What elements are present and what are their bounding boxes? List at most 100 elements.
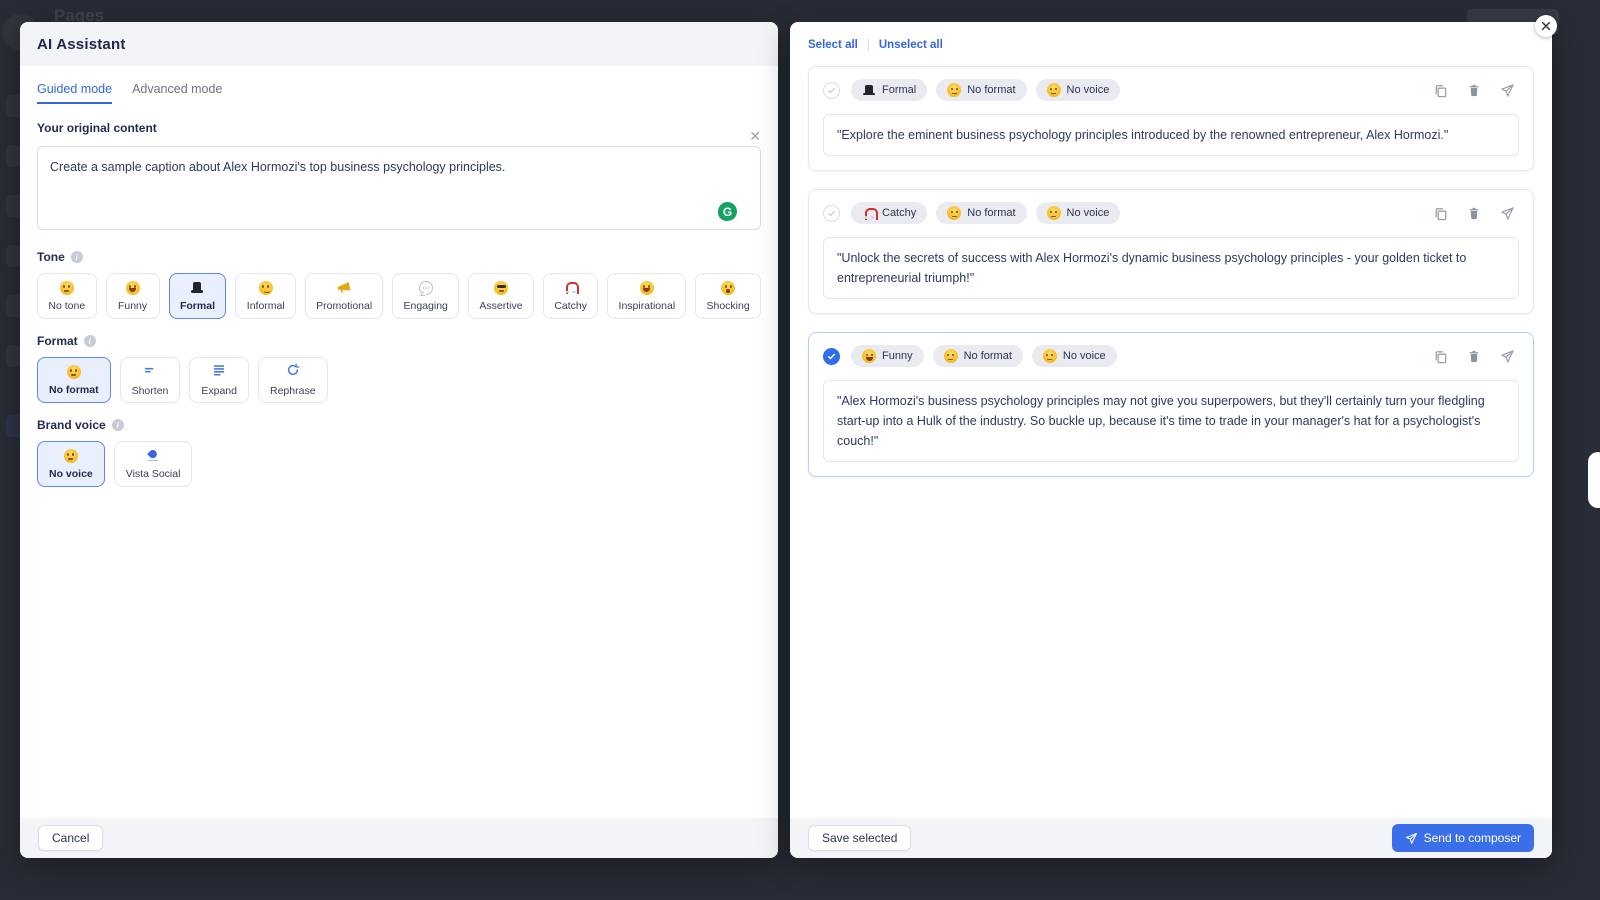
tone-options: No tone Funny Formal Informal Promotiona…: [37, 273, 761, 319]
result-card-selected: Funny No format No voice "Alex Hormozi's…: [808, 332, 1534, 477]
format-rephrase-button[interactable]: Rephrase: [258, 357, 328, 403]
tab-advanced-mode[interactable]: Advanced mode: [132, 82, 222, 104]
neutral-face-icon: [67, 365, 81, 379]
tone-informal-button[interactable]: Informal: [235, 273, 296, 319]
astonished-face-icon: [721, 281, 735, 295]
brand-voice-options: No voice Vista Social: [37, 441, 761, 487]
tab-guided-mode[interactable]: Guided mode: [37, 82, 112, 104]
tone-engaging-button[interactable]: Engaging: [392, 273, 459, 319]
clear-content-icon[interactable]: ✕: [749, 129, 761, 143]
format-shorten-button[interactable]: Shorten: [120, 357, 181, 403]
neutral-face-icon: [947, 206, 961, 220]
format-no-format-button[interactable]: No format: [37, 357, 111, 403]
voice-badge: No voice: [1032, 345, 1117, 367]
smiling-face-icon: [259, 281, 273, 295]
format-label: Format: [37, 334, 78, 348]
selection-links: Select all Unselect all: [790, 22, 1552, 66]
trash-icon[interactable]: [1467, 83, 1481, 98]
save-selected-button[interactable]: Save selected: [808, 825, 911, 851]
tone-badge: Funny: [851, 345, 924, 367]
expand-lines-icon: [212, 363, 226, 380]
speech-bubble-icon: [419, 281, 433, 295]
unselect-all-link[interactable]: Unselect all: [879, 39, 943, 51]
tone-badge: Catchy: [851, 202, 927, 224]
left-panel-footer: Cancel: [20, 818, 778, 858]
info-icon: i: [112, 419, 124, 431]
badge-row: Funny No format No voice: [851, 345, 1433, 367]
panel-title: AI Assistant: [37, 36, 126, 53]
info-icon: i: [71, 251, 83, 263]
neutral-face-icon: [947, 83, 961, 97]
ai-results-panel: Select all Unselect all Formal No format…: [790, 22, 1552, 858]
format-badge: No format: [936, 79, 1026, 101]
tone-inspirational-button[interactable]: Inspirational: [607, 273, 686, 319]
voice-badge: No voice: [1036, 79, 1121, 101]
send-icon[interactable]: [1500, 349, 1515, 364]
top-hat-icon: [862, 83, 876, 97]
magnet-icon: [564, 281, 578, 295]
tone-badge: Formal: [851, 79, 927, 101]
megaphone-icon: [337, 281, 351, 295]
cancel-button[interactable]: Cancel: [38, 825, 103, 851]
neutral-face-icon: [64, 449, 78, 463]
select-checkbox[interactable]: [823, 205, 840, 222]
refresh-arrows-icon: [286, 363, 300, 380]
original-content-input[interactable]: Create a sample caption about Alex Hormo…: [37, 146, 761, 230]
neutral-face-icon: [1047, 83, 1061, 97]
result-text: "Unlock the secrets of success with Alex…: [823, 237, 1519, 299]
send-icon: [1405, 832, 1418, 845]
tone-formal-button[interactable]: Formal: [169, 273, 227, 319]
top-hat-icon: [190, 281, 204, 295]
voice-vista-social-button[interactable]: Vista Social: [114, 441, 193, 487]
neutral-face-icon: [944, 349, 958, 363]
sunglasses-face-icon: [494, 281, 508, 295]
send-icon[interactable]: [1500, 206, 1515, 221]
mode-tabs: Guided mode Advanced mode: [37, 82, 761, 104]
select-all-link[interactable]: Select all: [808, 39, 858, 51]
badge-row: Catchy No format No voice: [851, 202, 1433, 224]
send-icon[interactable]: [1500, 83, 1515, 98]
laughing-face-icon: [862, 349, 876, 363]
send-to-composer-button[interactable]: Send to composer: [1392, 824, 1534, 852]
format-options: No format Shorten Expand Rephrase: [37, 357, 761, 403]
tone-label: Tone: [37, 250, 65, 264]
tone-shocking-button[interactable]: Shocking: [695, 273, 761, 319]
result-card: Catchy No format No voice "Unlock the se…: [808, 189, 1534, 314]
neutral-face-icon: [1047, 206, 1061, 220]
format-expand-button[interactable]: Expand: [189, 357, 249, 403]
tone-no-tone-button[interactable]: No tone: [37, 273, 97, 319]
tone-promotional-button[interactable]: Promotional: [305, 273, 383, 319]
result-card: Formal No format No voice "Explore the e…: [808, 66, 1534, 171]
vista-social-logo-icon: [146, 449, 160, 463]
laughing-face-icon: [126, 281, 140, 295]
tone-assertive-button[interactable]: Assertive: [468, 273, 534, 319]
select-checkbox-checked[interactable]: [823, 348, 840, 365]
result-text: "Explore the eminent business psychology…: [823, 114, 1519, 156]
trash-icon[interactable]: [1467, 349, 1481, 364]
badge-row: Formal No format No voice: [851, 79, 1433, 101]
format-badge: No format: [933, 345, 1023, 367]
ai-assistant-panel: AI Assistant Guided mode Advanced mode Y…: [20, 22, 778, 858]
format-badge: No format: [936, 202, 1026, 224]
scrollbar-thumb[interactable]: [1588, 452, 1600, 508]
close-icon[interactable]: [1535, 15, 1557, 37]
copy-icon[interactable]: [1433, 349, 1448, 364]
tone-catchy-button[interactable]: Catchy: [543, 273, 599, 319]
grammarly-icon[interactable]: G: [718, 202, 737, 221]
neutral-face-icon: [1043, 349, 1057, 363]
select-checkbox[interactable]: [823, 82, 840, 99]
copy-icon[interactable]: [1433, 206, 1448, 221]
shorten-lines-icon: [143, 363, 157, 380]
brand-voice-label: Brand voice: [37, 418, 106, 432]
star-struck-face-icon: [640, 281, 654, 295]
panel-header: AI Assistant: [20, 22, 778, 66]
voice-badge: No voice: [1036, 202, 1121, 224]
voice-no-voice-button[interactable]: No voice: [37, 441, 105, 487]
info-icon: i: [84, 335, 96, 347]
tone-funny-button[interactable]: Funny: [106, 273, 160, 319]
copy-icon[interactable]: [1433, 83, 1448, 98]
divider: [868, 39, 869, 51]
right-panel-footer: Save selected Send to composer: [790, 818, 1552, 858]
original-content-label: Your original content: [37, 121, 761, 135]
trash-icon[interactable]: [1467, 206, 1481, 221]
